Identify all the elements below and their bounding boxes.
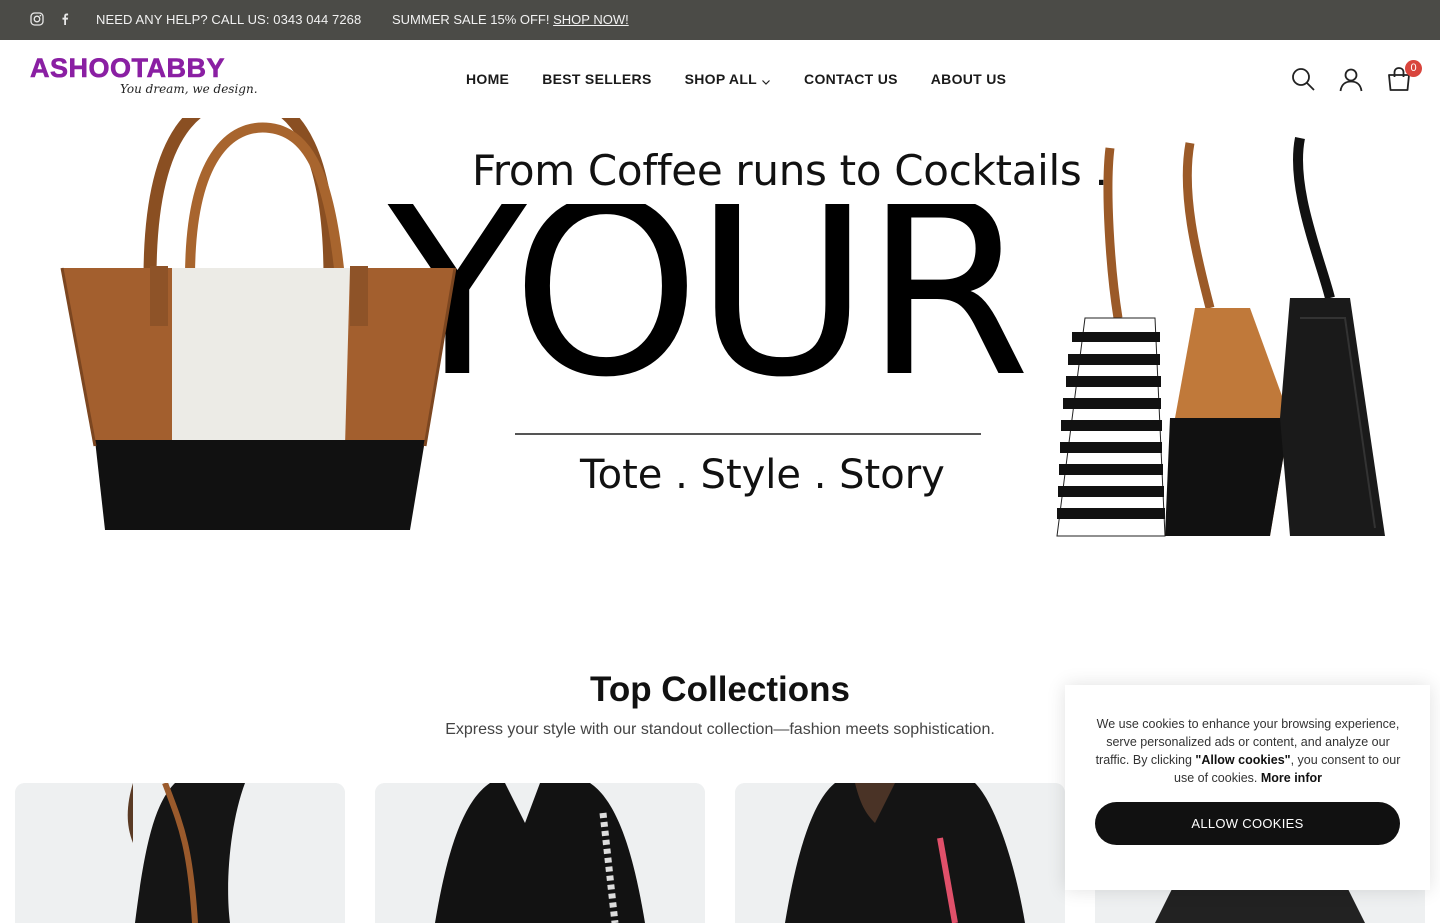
social-links	[30, 12, 72, 26]
instagram-icon[interactable]	[30, 12, 44, 26]
left-tote-bag	[60, 118, 457, 530]
cookie-text-bold: "Allow cookies"	[1195, 753, 1291, 767]
announcement-bar: NEED ANY HELP? CALL US: 0343 044 7268 SU…	[0, 0, 1440, 40]
cookie-message: We use cookies to enhance your browsing …	[1093, 715, 1403, 787]
collection-image	[735, 783, 1065, 923]
tan-tote-bag	[1165, 142, 1290, 536]
collection-image	[15, 783, 345, 923]
sale-text: SUMMER SALE 15% OFF!	[392, 12, 550, 27]
logo-brand-text: ASHOOTABBY	[30, 53, 226, 83]
nav-item-shop-all[interactable]: SHOP ALL	[685, 71, 771, 87]
nav-item-best-sellers[interactable]: BEST SELLERS	[542, 71, 651, 87]
cookie-consent-panel: We use cookies to enhance your browsing …	[1065, 685, 1430, 890]
cart-icon[interactable]: 0	[1386, 60, 1422, 92]
cookie-more-info-link[interactable]: More infor	[1261, 771, 1322, 785]
black-tote-bag	[1280, 137, 1385, 536]
hero-banner[interactable]: YOUR From Coffee runs to Cocktails . Tot…	[0, 118, 1440, 588]
collection-card[interactable]	[15, 783, 345, 923]
collection-card[interactable]	[375, 783, 705, 923]
nav-item-contact-us[interactable]: CONTACT US	[804, 71, 898, 87]
collection-image	[375, 783, 705, 923]
logo-tagline: You dream, we design.	[120, 82, 258, 96]
facebook-icon[interactable]	[58, 12, 72, 26]
hero-divider	[515, 433, 981, 435]
nav-label-home: HOME	[466, 71, 510, 87]
nav-label-contact-us: CONTACT US	[804, 71, 898, 87]
nav-item-home[interactable]: HOME	[466, 71, 509, 87]
collection-card[interactable]	[735, 783, 1065, 923]
search-icon[interactable]	[1290, 66, 1316, 92]
main-nav: HOME BEST SELLERS SHOP ALL CONTACT US AB…	[466, 71, 1039, 87]
striped-tote-bag	[1056, 147, 1166, 537]
nav-label-shop-all: SHOP ALL	[684, 71, 758, 87]
hero-headline: From Coffee runs to Cocktails .	[472, 146, 1108, 195]
site-header: ASHOOTABBY You dream, we design. HOME BE…	[0, 40, 1440, 118]
nav-label-about-us: ABOUT US	[930, 71, 1007, 87]
allow-cookies-button[interactable]: ALLOW COOKIES	[1095, 802, 1400, 845]
chevron-down-icon	[761, 74, 771, 85]
sale-announcement: SUMMER SALE 15% OFF! SHOP NOW!	[392, 12, 629, 27]
account-icon[interactable]	[1338, 66, 1364, 92]
nav-item-about-us[interactable]: ABOUT US	[931, 71, 1007, 87]
help-phone-text: NEED ANY HELP? CALL US: 0343 044 7268	[96, 12, 362, 27]
header-icons: 0	[1290, 60, 1422, 92]
shop-now-link[interactable]: SHOP NOW!	[553, 12, 629, 27]
logo[interactable]: ASHOOTABBY You dream, we design.	[30, 53, 258, 104]
cart-count-badge: 0	[1405, 60, 1422, 77]
hero-subline: Tote . Style . Story	[580, 452, 945, 498]
nav-label-best-sellers: BEST SELLERS	[542, 71, 652, 87]
